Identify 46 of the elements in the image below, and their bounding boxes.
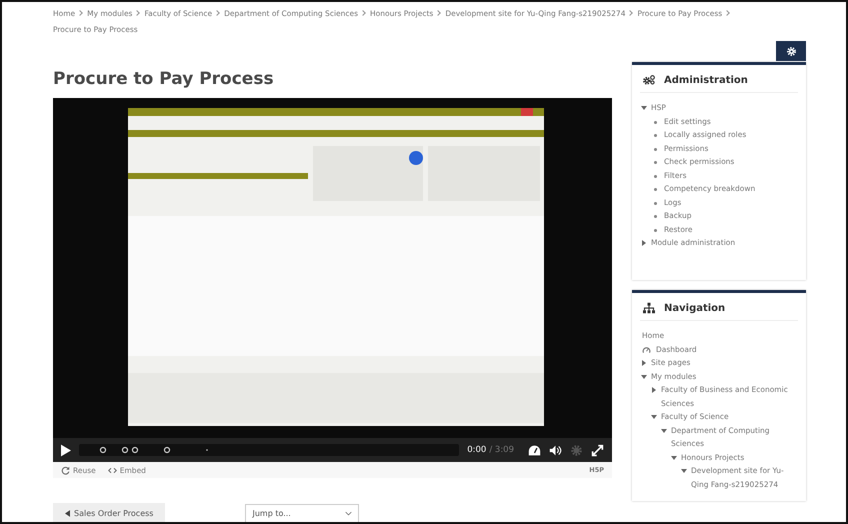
bullet-icon (654, 148, 657, 150)
caret-icon[interactable] (652, 387, 656, 393)
speedometer-icon[interactable] (528, 444, 541, 456)
refresh-icon (61, 466, 70, 474)
separator-icon (724, 10, 730, 16)
dashboard-icon (642, 346, 651, 354)
code-icon (108, 466, 117, 474)
play-icon[interactable] (61, 444, 71, 456)
duration: / 3:09 (489, 445, 514, 455)
bullet-icon (654, 120, 657, 124)
bullet-icon (654, 161, 657, 164)
fullscreen-icon[interactable] (591, 444, 604, 456)
current-time: 0:00 (467, 445, 486, 455)
bullet-icon (654, 202, 657, 204)
caret-icon[interactable] (661, 428, 667, 432)
sitemap-icon (642, 302, 656, 314)
caret-icon[interactable] (681, 469, 687, 473)
bullet-icon (654, 228, 657, 232)
bullet-icon (654, 134, 657, 137)
caret-icon[interactable] (671, 456, 677, 460)
separator-icon (436, 10, 442, 16)
chevron-down-icon (345, 511, 352, 516)
separator-icon (77, 10, 83, 16)
block-title: Administration (664, 74, 748, 86)
separator-icon (628, 10, 634, 16)
jump-to-select[interactable]: Jump to... (245, 504, 360, 522)
separator-icon (134, 10, 140, 16)
block-title: Navigation (664, 302, 726, 314)
settings-button[interactable] (776, 41, 806, 61)
bullet-icon (654, 215, 657, 218)
previous-activity-button[interactable]: Sales Order Process (53, 503, 166, 522)
caret-icon[interactable] (642, 240, 646, 246)
progress-track[interactable] (79, 444, 460, 456)
separator-icon (214, 10, 220, 16)
caret-icon[interactable] (642, 360, 646, 366)
caret-icon[interactable] (651, 415, 657, 419)
gear-icon (786, 46, 796, 56)
volume-icon[interactable] (549, 444, 562, 456)
separator-icon (360, 10, 366, 16)
page-title: Procure to Pay Process (53, 69, 275, 89)
left-triangle-icon (65, 510, 70, 517)
caret-icon[interactable] (641, 106, 647, 110)
gears-icon (642, 74, 656, 86)
bullet-icon (654, 188, 657, 191)
bullet-icon (654, 174, 657, 178)
caret-icon[interactable] (641, 374, 647, 378)
